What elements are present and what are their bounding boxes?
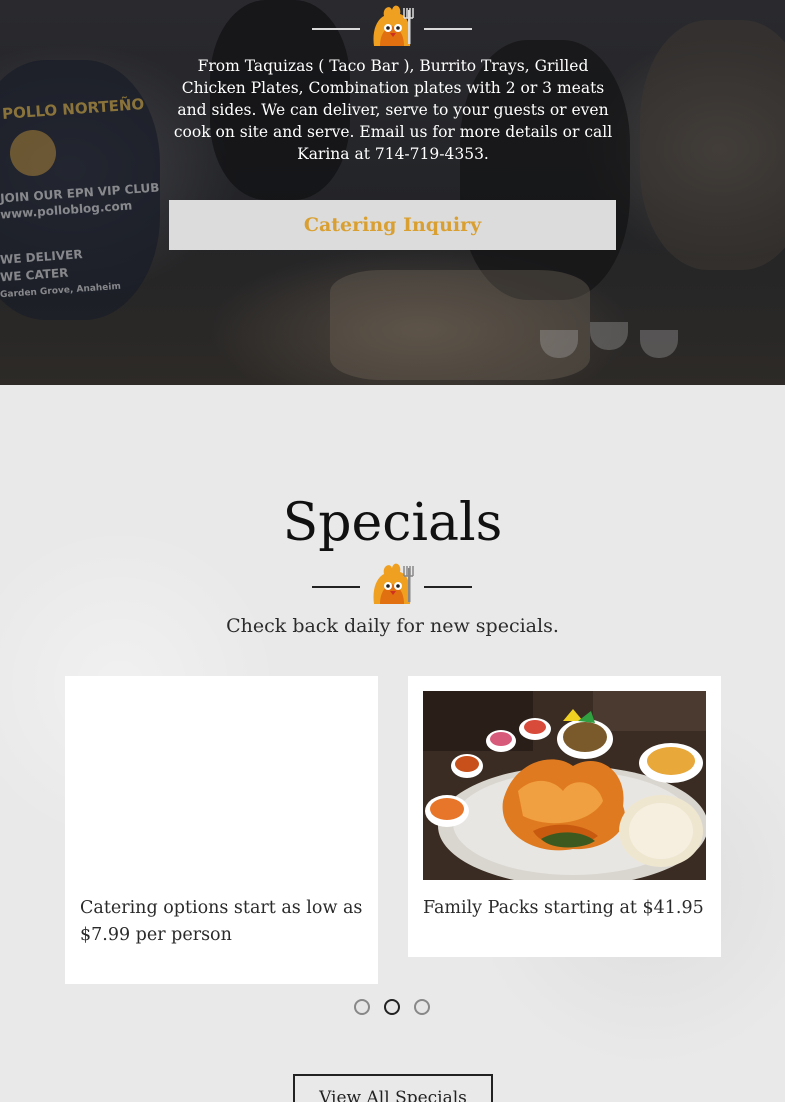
carousel-dot-2[interactable] <box>384 999 400 1015</box>
specials-title: Specials <box>282 493 503 553</box>
section-divider <box>312 2 472 46</box>
section-divider <box>312 560 472 604</box>
special-image-blank <box>80 691 363 880</box>
background-food-tray-shape <box>330 270 590 380</box>
specials-subtitle: Check back daily for new specials. <box>226 615 559 637</box>
special-caption: Family Packs starting at $41.95 <box>423 898 704 918</box>
background-bowl <box>640 330 678 358</box>
background-photo-shape <box>640 20 785 270</box>
carousel-dot-3[interactable] <box>414 999 430 1015</box>
view-all-specials-button[interactable]: View All Specials <box>293 1074 493 1102</box>
special-card[interactable]: Family Packs starting at $41.95 <box>408 676 721 957</box>
carousel-dot-1[interactable] <box>354 999 370 1015</box>
special-card[interactable]: Catering options start as low as $7.99 p… <box>65 676 378 984</box>
truck-logo-badge <box>10 130 56 176</box>
background-bowl <box>590 322 628 350</box>
special-caption: Catering options start as low as $7.99 p… <box>80 898 363 945</box>
divider-line <box>312 586 360 588</box>
divider-line <box>424 586 472 588</box>
specials-section: Specials Check back daily for new specia… <box>0 385 785 1102</box>
carousel-pagination <box>354 999 434 1015</box>
catering-description: From Taquizas ( Taco Bar ), Burrito Tray… <box>173 57 613 163</box>
grilled-chicken-plate-photo <box>423 691 706 880</box>
catering-section: POLLO NORTEÑO JOIN OUR EPN VIP CLUB www.… <box>0 0 785 385</box>
catering-inquiry-button[interactable]: Catering Inquiry <box>169 200 616 250</box>
divider-line <box>312 28 360 30</box>
chicken-mascot-with-fork-icon <box>373 563 414 604</box>
chicken-mascot-with-fork-icon <box>373 5 414 46</box>
divider-line <box>424 28 472 30</box>
